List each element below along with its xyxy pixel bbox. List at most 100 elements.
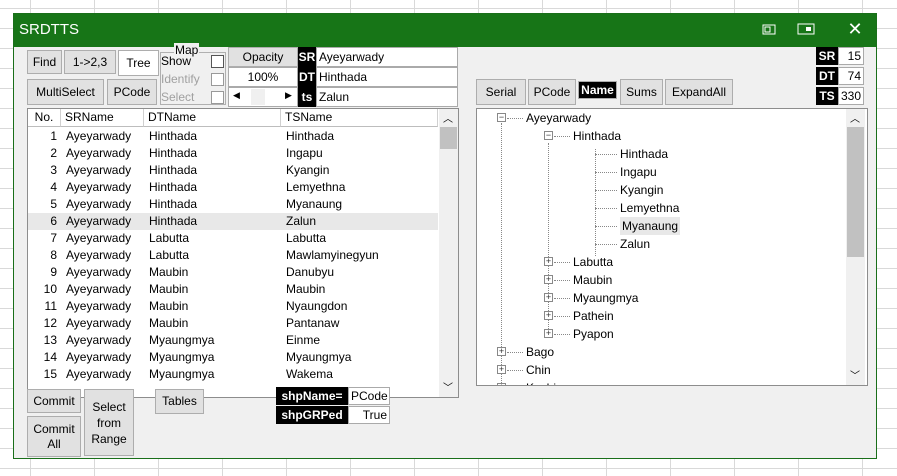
table-row[interactable]: 10 Ayeyarwady Maubin Maubin <box>28 281 438 298</box>
tree-line <box>595 244 617 245</box>
window-icon[interactable] <box>797 22 815 36</box>
cycle-button[interactable]: 1->2,3 <box>64 50 116 74</box>
table-row[interactable]: 11 Ayeyarwady Maubin Nyaungdon <box>28 298 438 315</box>
cell-no: 13 <box>43 333 57 347</box>
column-header-srname[interactable]: SRName <box>61 109 144 127</box>
name-button[interactable]: Name <box>578 81 617 99</box>
expand-icon[interactable]: + <box>544 275 553 284</box>
tree-node-township[interactable]: Lemyethna <box>620 199 679 217</box>
scroll-down-icon[interactable]: ﹀ <box>850 367 860 382</box>
opacity-scroll-thumb[interactable] <box>251 89 265 105</box>
cell-no: 12 <box>43 316 57 330</box>
cell-srname: Ayeyarwady <box>66 333 132 347</box>
tree-node-district[interactable]: Pathein <box>573 307 614 325</box>
table-row[interactable]: 6 Ayeyarwady Hinthada Zalun <box>28 213 438 230</box>
opacity-scrollbar[interactable]: ◀ ▶ <box>228 87 298 107</box>
tree-line <box>595 190 617 191</box>
expandall-button[interactable]: ExpandAll <box>665 79 733 105</box>
tree-node-district[interactable]: Myaungmya <box>573 289 638 307</box>
column-header-dtname[interactable]: DTName <box>144 109 281 127</box>
cell-srname: Ayeyarwady <box>66 146 132 160</box>
tree-node-district[interactable]: Pyapon <box>573 325 614 343</box>
table-row[interactable]: 5 Ayeyarwady Hinthada Myanaung <box>28 196 438 213</box>
tree-scrollbar[interactable]: ︿ ﹀ <box>846 109 865 385</box>
tree-node-township[interactable]: Zalun <box>620 235 650 253</box>
srdtts-dialog: SRDTTS ✕ Find 1->2,3 Tree MultiSelect PC… <box>13 13 877 459</box>
collapse-icon[interactable]: − <box>497 113 506 122</box>
scroll-up-icon[interactable]: ︿ <box>850 110 860 125</box>
tree-node-region[interactable]: Chin <box>526 361 551 379</box>
table-row[interactable]: 15 Ayeyarwady Myaungmya Wakema <box>28 366 438 383</box>
restore-icon[interactable] <box>761 22 779 36</box>
table-row[interactable]: 2 Ayeyarwady Hinthada Ingapu <box>28 145 438 162</box>
tree-node-district[interactable]: Maubin <box>573 271 612 289</box>
window-title: SRDTTS <box>19 21 79 38</box>
expand-icon[interactable]: + <box>544 257 553 266</box>
scroll-right-icon[interactable]: ▶ <box>285 90 292 101</box>
multiselect-button[interactable]: MultiSelect <box>27 79 104 105</box>
pcode-button[interactable]: PCode <box>107 79 157 105</box>
close-icon[interactable]: ✕ <box>846 20 864 38</box>
tree-line <box>595 149 596 256</box>
expand-icon[interactable]: + <box>497 347 506 356</box>
commit-button[interactable]: Commit <box>27 389 81 413</box>
commit-all-button[interactable]: Commit All <box>27 416 81 457</box>
column-header-tsname[interactable]: TSName <box>281 109 438 127</box>
identify-checkbox[interactable] <box>211 73 224 86</box>
expand-icon[interactable]: + <box>544 293 553 302</box>
expand-icon[interactable]: + <box>497 365 506 374</box>
table-row[interactable]: 7 Ayeyarwady Labutta Labutta <box>28 230 438 247</box>
table-row[interactable]: 4 Ayeyarwady Hinthada Lemyethna <box>28 179 438 196</box>
table-row[interactable]: 14 Ayeyarwady Myaungmya Myaungmya <box>28 349 438 366</box>
tree-node-region[interactable]: Bago <box>526 343 554 361</box>
expand-icon[interactable]: + <box>544 329 553 338</box>
cell-srname: Ayeyarwady <box>66 129 132 143</box>
table-row[interactable]: 1 Ayeyarwady Hinthada Hinthada <box>28 128 438 145</box>
tree-button[interactable]: Tree <box>118 50 159 76</box>
table-scroll-thumb[interactable] <box>440 127 457 149</box>
data-table[interactable]: No. SRName DTName TSName 1 Ayeyarwady Hint… <box>27 108 459 398</box>
tree-node-region[interactable]: Ayeyarwady <box>526 109 591 127</box>
cell-srname: Ayeyarwady <box>66 214 132 228</box>
tree-scroll-thumb[interactable] <box>847 127 864 257</box>
expand-icon[interactable]: + <box>544 311 553 320</box>
tree-node-township[interactable]: Myanaung <box>620 217 681 235</box>
find-button[interactable]: Find <box>27 50 62 74</box>
tree-pcode-button[interactable]: PCode <box>528 79 576 105</box>
collapse-icon[interactable]: − <box>544 131 553 140</box>
select-checkbox[interactable] <box>211 91 224 104</box>
cell-tsname: Kyangin <box>286 163 330 177</box>
select-from-range-button[interactable]: Select from Range <box>84 389 134 456</box>
cell-dtname: Myaungmya <box>149 367 215 381</box>
expand-icon[interactable]: + <box>497 383 506 385</box>
tree-node-township[interactable]: Hinthada <box>620 145 668 163</box>
table-row[interactable]: 13 Ayeyarwady Myaungmya Einme <box>28 332 438 349</box>
scroll-up-icon[interactable]: ︿ <box>443 110 453 125</box>
tree-node-district[interactable]: Labutta <box>573 253 613 271</box>
table-row[interactable]: 9 Ayeyarwady Maubin Danubyu <box>28 264 438 281</box>
opacity-value: 100% <box>228 67 298 87</box>
ts-tag: ts <box>298 87 316 107</box>
tree-node-township[interactable]: Ingapu <box>620 163 657 181</box>
table-row[interactable]: 3 Ayeyarwady Hinthada Kyangin <box>28 162 438 179</box>
select-label: Select <box>161 90 195 104</box>
tree-view[interactable]: − Ayeyarwady − Hinthada Hinthada Ingapu Ky… <box>476 108 868 386</box>
table-row[interactable]: 12 Ayeyarwady Maubin Pantanaw <box>28 315 438 332</box>
cell-tsname: Hinthada <box>286 129 335 143</box>
cell-dtname: Hinthada <box>149 146 198 160</box>
cell-srname: Ayeyarwady <box>66 231 132 245</box>
table-scrollbar[interactable]: ︿ ﹀ <box>439 109 458 397</box>
show-checkbox[interactable] <box>211 55 224 68</box>
column-header-no[interactable]: No. <box>28 109 61 127</box>
cell-no: 14 <box>43 350 57 364</box>
tree-node-district[interactable]: Hinthada <box>573 127 621 145</box>
tree-node-region[interactable]: Kachin <box>526 379 563 385</box>
scroll-left-icon[interactable]: ◀ <box>233 90 240 101</box>
serial-button[interactable]: Serial <box>476 79 526 105</box>
tree-node-township[interactable]: Kyangin <box>620 181 663 199</box>
opacity-button[interactable]: Opacity <box>228 47 298 67</box>
tables-button[interactable]: Tables <box>155 389 204 414</box>
sums-button[interactable]: Sums <box>620 79 663 105</box>
scroll-down-icon[interactable]: ﹀ <box>443 379 453 394</box>
table-row[interactable]: 8 Ayeyarwady Labutta Mawlamyinegyun <box>28 247 438 264</box>
